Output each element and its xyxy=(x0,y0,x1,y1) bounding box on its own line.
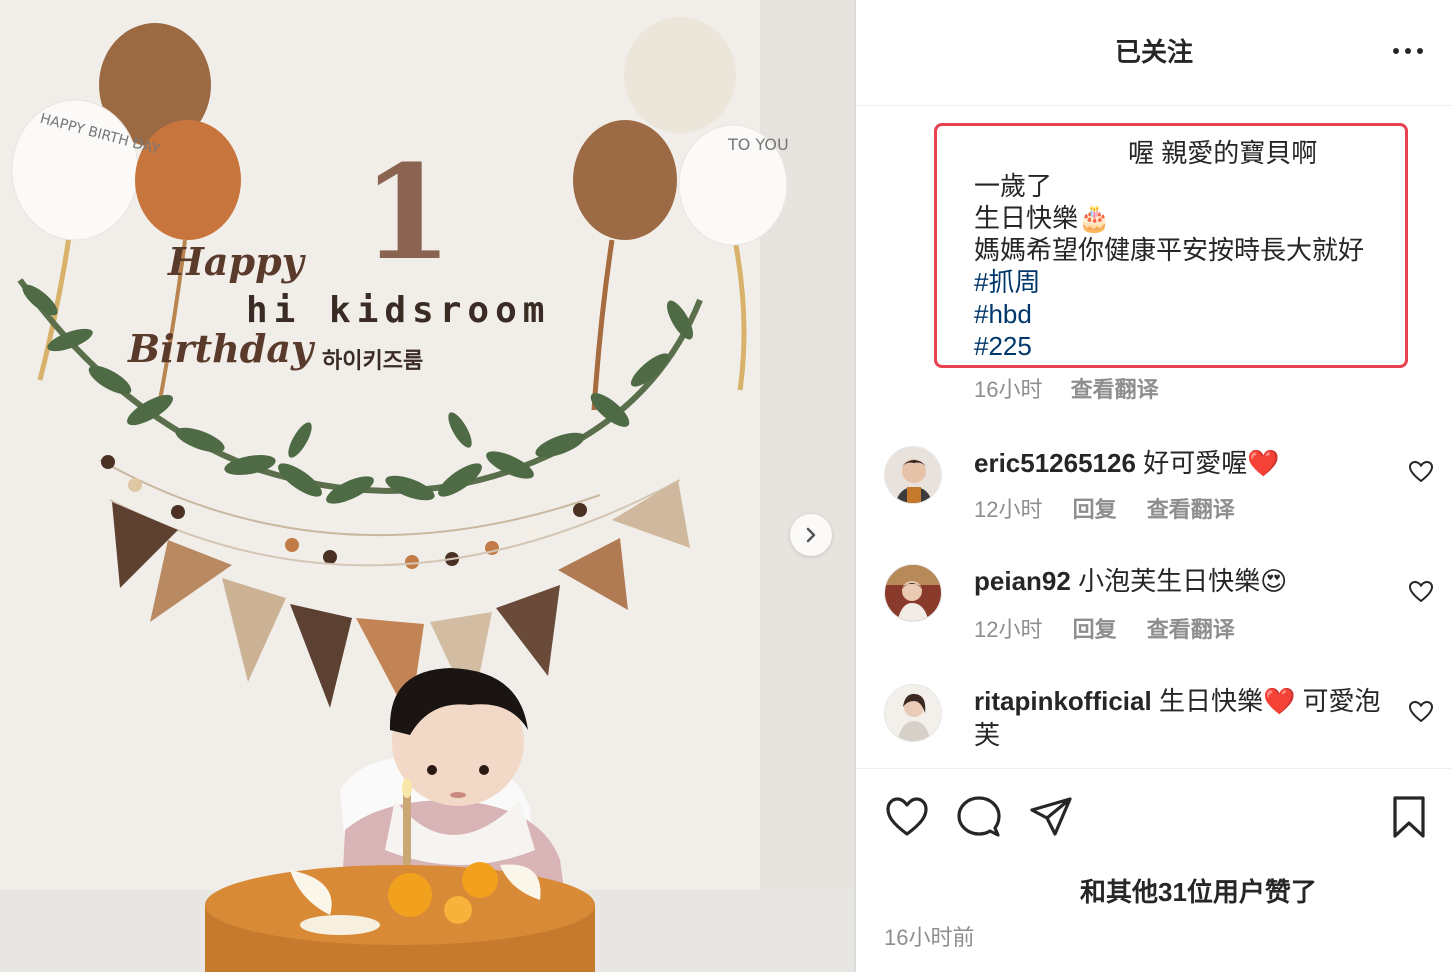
follow-status[interactable]: 已关注 xyxy=(856,32,1452,69)
comment-time: 12小时 xyxy=(974,617,1043,642)
post-time: 16小时前 xyxy=(884,925,975,950)
birthday-lettering: Birthday xyxy=(127,326,316,371)
caption-line: 媽媽希望你健康平安按時長大就好 xyxy=(974,235,1365,265)
actions-divider xyxy=(856,768,1452,769)
brand-korean-lettering: 하이키즈룸 xyxy=(322,349,423,374)
birthday-photo-scene: HAPPY BIRTH DAY TO YOU 1 Happy Birthday … xyxy=(0,0,854,972)
comment-time: 12小时 xyxy=(974,497,1043,522)
more-horizontal-icon[interactable] xyxy=(1390,40,1426,62)
caption-first-line: 喔 親愛的寶貝啊 xyxy=(1128,138,1318,168)
avatar[interactable] xyxy=(884,446,942,504)
number-one: 1 xyxy=(362,136,452,289)
caption-line: 一歲了 xyxy=(974,171,1053,201)
reply-link[interactable]: 回复 xyxy=(1073,617,1117,642)
caption-line: 生日快樂🎂 xyxy=(974,203,1111,233)
comment-username[interactable]: eric51265126 xyxy=(974,448,1136,478)
comment-like-icon[interactable] xyxy=(1408,580,1434,604)
happy-lettering: Happy xyxy=(167,239,307,284)
comments-panel: 已关注 喔 親愛的寶貝啊 一歲了 生日快樂🎂 媽媽希望你健康平安按時長大就好 #… xyxy=(856,0,1452,972)
comment-meta: 12小时 回复 查看翻译 xyxy=(974,612,1259,644)
comment-body: 好可愛喔❤️ xyxy=(1143,448,1280,478)
hashtag-link[interactable]: #hbd xyxy=(974,298,1032,330)
caption-meta: 16小时 查看翻译 xyxy=(974,372,1181,404)
see-translation-link[interactable]: 查看翻译 xyxy=(1147,497,1235,522)
chevron-right-icon xyxy=(806,527,816,543)
comment-username[interactable]: ritapinkofficial xyxy=(974,686,1152,716)
likes-count[interactable]: 和其他31位用户赞了 xyxy=(1080,872,1317,909)
comment-meta: 12小时 回复 查看翻译 xyxy=(974,492,1259,524)
hashtag-link[interactable]: #抓周 xyxy=(974,266,1040,298)
brand-lettering: hi kidsroom xyxy=(246,290,550,331)
bookmark-icon[interactable] xyxy=(1386,794,1432,840)
comment-text: peian92 小泡芙生日快樂😍 xyxy=(974,564,1384,598)
see-translation-link[interactable]: 查看翻译 xyxy=(1147,617,1235,642)
comment-text: eric51265126 好可愛喔❤️ xyxy=(974,446,1384,480)
avatar[interactable] xyxy=(884,564,942,622)
hashtag-link[interactable]: #225 xyxy=(974,330,1032,362)
balloon-right-text: TO YOU xyxy=(727,135,789,154)
see-translation-link[interactable]: 查看翻译 xyxy=(1071,377,1159,402)
comment-username[interactable]: peian92 xyxy=(974,566,1071,596)
caption-time: 16小时 xyxy=(974,377,1043,402)
heart-icon[interactable] xyxy=(884,794,930,840)
send-icon[interactable] xyxy=(1028,794,1074,840)
comment-body: 小泡芙生日快樂😍 xyxy=(1078,566,1288,596)
next-image-button[interactable] xyxy=(790,514,832,556)
post-header: 已关注 xyxy=(856,0,1452,106)
avatar[interactable] xyxy=(884,684,942,742)
comment-like-icon[interactable] xyxy=(1408,700,1434,724)
comment-text: ritapinkofficial 生日快樂❤️ 可愛泡芙 xyxy=(974,684,1384,752)
post-photo: HAPPY BIRTH DAY TO YOU 1 Happy Birthday … xyxy=(0,0,854,972)
comment-like-icon[interactable] xyxy=(1408,460,1434,484)
comment-icon[interactable] xyxy=(956,794,1002,840)
reply-link[interactable]: 回复 xyxy=(1073,497,1117,522)
